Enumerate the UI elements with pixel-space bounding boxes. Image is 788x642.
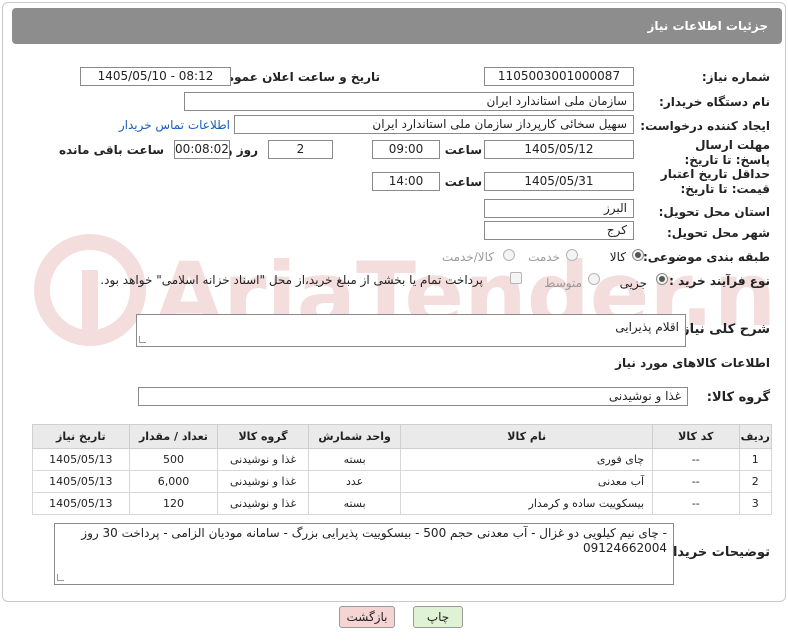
- item-quantity: 6,000: [128, 470, 219, 493]
- category-radio-goods-service[interactable]: [503, 249, 515, 261]
- item-code: --: [652, 492, 740, 515]
- category-label: طبقه بندی موضوعی:: [642, 250, 770, 264]
- col-header-unit: واحد شمارش: [307, 424, 402, 449]
- announce-label: تاریخ و ساعت اعلان عمومی:: [209, 70, 380, 84]
- description-field[interactable]: اقلام پذیرایی: [136, 314, 686, 347]
- description-label: شرح کلی نیاز:: [676, 322, 770, 337]
- province-field: البرز: [484, 199, 634, 218]
- resize-handle-icon[interactable]: [139, 336, 146, 343]
- process-option-minor: جزیی: [619, 276, 647, 290]
- item-name: چای فوری: [400, 448, 654, 471]
- process-label: نوع فرآیند خرید :: [669, 274, 770, 288]
- row-number: 1: [738, 448, 773, 471]
- price-validity-label: حداقل تاریخ اعتبار قیمت: تا تاریخ:: [660, 167, 770, 196]
- process-radio-minor[interactable]: [656, 273, 668, 285]
- remaining-time-field: 00:08:02: [174, 140, 230, 159]
- process-radio-medium[interactable]: [588, 273, 600, 285]
- reply-deadline-label: مهلت ارسال پاسخ: تا تاریخ:: [684, 138, 771, 167]
- creator-field: سهیل سخائی کارپرداز سازمان ملی استاندارد…: [234, 115, 634, 134]
- category-radio-service[interactable]: [566, 249, 578, 261]
- col-header-row: ردیف: [738, 424, 773, 449]
- category-option-goods-service: کالا/خدمت: [441, 250, 494, 264]
- announce-field: 1405/05/10 - 08:12: [80, 67, 231, 86]
- col-header-date: تاریخ نیاز: [32, 424, 130, 449]
- back-button[interactable]: بازگشت: [339, 606, 395, 628]
- page-title: جزئیات اطلاعات نیاز: [12, 8, 782, 44]
- price-time-field: 14:00: [372, 172, 440, 191]
- goods-table: ردیف کد کالا نام کالا واحد شمارش گروه کا…: [32, 424, 773, 515]
- treasury-payment-note: پرداخت تمام یا بخشی از مبلغ خرید،از محل …: [100, 273, 483, 287]
- item-group: غذا و نوشیدنی: [217, 492, 309, 515]
- goods-group-label: گروه کالا:: [706, 390, 770, 405]
- item-date: 1405/05/13: [32, 448, 130, 471]
- goods-info-title: اطلاعات کالاهای مورد نیاز: [615, 356, 770, 370]
- category-option-goods: کالا: [609, 250, 626, 264]
- col-header-name: نام کالا: [400, 424, 654, 449]
- item-unit: بسته: [307, 492, 402, 515]
- price-date-field: 1405/05/31: [484, 172, 634, 191]
- item-unit: بسته: [307, 448, 402, 471]
- row-number: 3: [738, 492, 773, 515]
- item-unit: عدد: [307, 470, 402, 493]
- process-option-medium: متوسط: [544, 276, 582, 290]
- treasury-payment-checkbox[interactable]: [510, 272, 522, 284]
- buyer-notes-label: توضیحات خریدار:: [660, 545, 770, 560]
- buyer-notes-field[interactable]: - چای نیم کیلویی دو غزال - آب معدنی حجم …: [54, 523, 674, 585]
- need-number-label: شماره نیاز:: [701, 70, 770, 84]
- reply-date-field: 1405/05/12: [484, 140, 634, 159]
- item-date: 1405/05/13: [32, 492, 130, 515]
- goods-group-field: غذا و نوشیدنی: [138, 387, 688, 406]
- table-row: 2 -- آب معدنی عدد غذا و نوشیدنی 6,000 14…: [32, 470, 773, 493]
- creator-label: ایجاد کننده درخواست:: [640, 119, 770, 133]
- row-number: 2: [738, 470, 773, 493]
- item-quantity: 500: [128, 448, 219, 471]
- remaining-label: ساعت باقی مانده: [58, 143, 164, 157]
- col-header-code: کد کالا: [652, 424, 740, 449]
- item-quantity: 120: [128, 492, 219, 515]
- city-label: شهر محل تحویل:: [666, 226, 770, 240]
- province-label: استان محل تحویل:: [658, 205, 770, 219]
- buyer-contact-link[interactable]: اطلاعات تماس خریدار: [119, 118, 230, 132]
- print-button[interactable]: چاپ: [413, 606, 463, 628]
- need-number-field: 1105003001000087: [484, 67, 634, 86]
- day-and-label: روز و: [225, 143, 258, 157]
- item-date: 1405/05/13: [32, 470, 130, 493]
- table-row: 1 -- چای فوری بسته غذا و نوشیدنی 500 140…: [32, 448, 773, 471]
- table-row: 3 -- بیسکوییت ساده و کرمدار بسته غذا و ن…: [32, 492, 773, 515]
- buyer-org-field: سازمان ملی استاندارد ایران: [184, 92, 634, 111]
- buyer-org-label: نام دستگاه خریدار:: [659, 95, 770, 109]
- item-name: آب معدنی: [400, 470, 654, 493]
- col-header-quantity: تعداد / مقدار: [128, 424, 219, 449]
- item-group: غذا و نوشیدنی: [217, 448, 309, 471]
- days-field: 2: [268, 140, 333, 159]
- city-field: کرج: [484, 221, 634, 240]
- item-name: بیسکوییت ساده و کرمدار: [400, 492, 654, 515]
- resize-handle-icon[interactable]: [57, 574, 64, 581]
- col-header-group: گروه کالا: [217, 424, 309, 449]
- item-code: --: [652, 448, 740, 471]
- category-radio-goods[interactable]: [632, 249, 644, 261]
- reply-time-word: ساعت: [444, 143, 482, 157]
- price-time-word: ساعت: [444, 175, 482, 189]
- item-code: --: [652, 470, 740, 493]
- category-option-service: خدمت: [528, 250, 560, 264]
- reply-time-field: 09:00: [372, 140, 440, 159]
- item-group: غذا و نوشیدنی: [217, 470, 309, 493]
